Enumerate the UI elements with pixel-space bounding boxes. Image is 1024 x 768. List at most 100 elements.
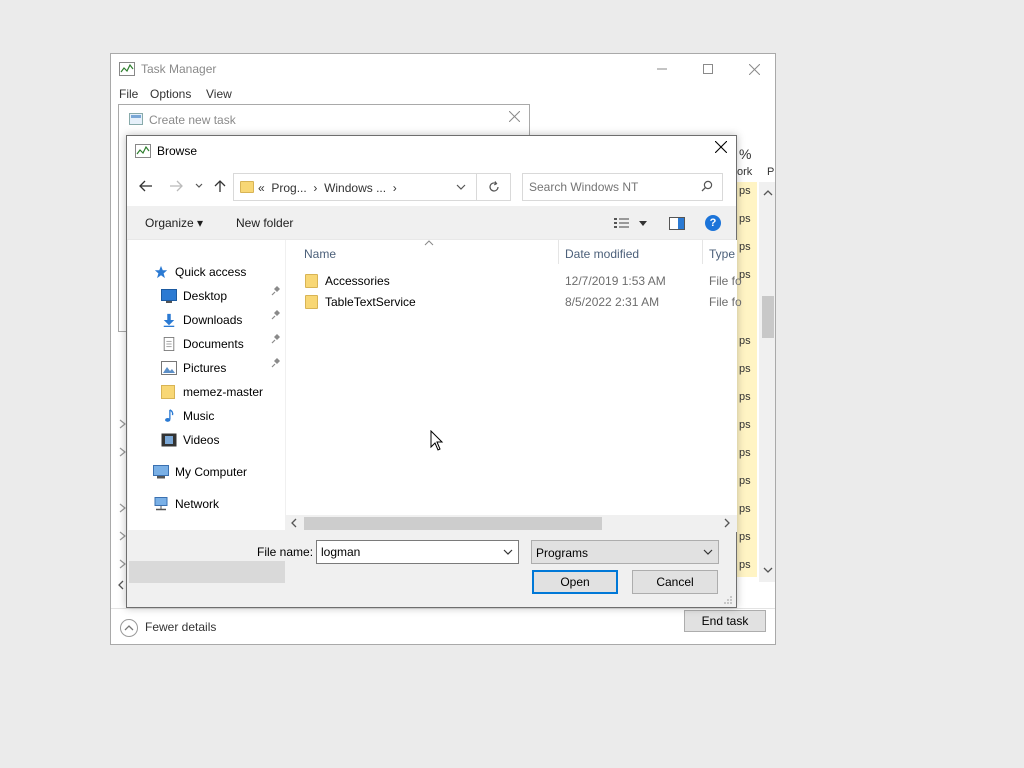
file-row-tabletextservice[interactable]: TableTextService 8/5/2022 2:31 AM File f…	[286, 291, 742, 313]
computer-icon	[153, 465, 169, 479]
network-icon	[154, 497, 168, 511]
music-note-icon	[165, 409, 174, 422]
network-cell: ps	[739, 503, 751, 515]
scroll-right-icon[interactable]	[723, 518, 731, 528]
column-network[interactable]: ork	[737, 166, 752, 178]
nav-label: Music	[183, 409, 215, 423]
pin-icon[interactable]	[270, 358, 280, 368]
network-cell: ps	[739, 335, 751, 347]
file-list-horizontal-scrollbar[interactable]	[286, 515, 737, 532]
search-input[interactable]	[529, 180, 699, 194]
task-manager-title: Task Manager	[141, 62, 217, 76]
end-task-button[interactable]: End task	[684, 610, 766, 632]
navigation-bar: « Prog... › Windows ... ›	[127, 166, 736, 206]
preview-pane-icon[interactable]	[669, 217, 685, 230]
nav-memez-master[interactable]: memez-master	[161, 381, 263, 403]
nav-label: Videos	[183, 433, 220, 447]
download-arrow-icon	[163, 313, 175, 327]
open-button[interactable]: Open	[532, 570, 618, 594]
close-icon[interactable]	[715, 141, 727, 153]
column-type-header[interactable]: Type	[709, 247, 735, 261]
search-icon[interactable]	[701, 180, 713, 192]
nav-music[interactable]: Music	[161, 405, 214, 427]
film-icon	[161, 433, 177, 447]
fewer-details-link[interactable]: Fewer details	[145, 620, 216, 634]
organize-menu[interactable]: Organize ▾	[145, 216, 203, 230]
mouse-cursor-icon	[430, 430, 444, 451]
resize-grip-icon[interactable]	[723, 595, 733, 605]
maximize-button[interactable]	[685, 54, 731, 84]
scroll-up-icon[interactable]	[763, 189, 773, 197]
nav-documents[interactable]: Documents	[161, 333, 244, 355]
breadcrumb-windows-nt[interactable]: Windows ...	[324, 181, 386, 195]
scrollbar-thumb[interactable]	[304, 517, 602, 530]
cancel-button[interactable]: Cancel	[632, 570, 718, 594]
back-arrow-icon[interactable]	[139, 180, 153, 192]
menu-options[interactable]: Options	[150, 87, 191, 101]
menu-bar: File Options View	[111, 84, 775, 104]
file-type-select[interactable]: Programs	[531, 540, 719, 564]
refresh-button[interactable]	[476, 173, 511, 201]
file-name-label: File name:	[257, 545, 314, 559]
nav-label: Desktop	[183, 289, 228, 303]
nav-label: memez-master	[183, 385, 264, 399]
view-dropdown-icon[interactable]	[639, 221, 647, 227]
chevron-down-icon[interactable]	[503, 549, 513, 557]
breadcrumb-program-files[interactable]: Prog...	[271, 181, 306, 195]
navigation-pane: Quick access Desktop Downloads Documents…	[128, 240, 285, 583]
pin-icon[interactable]	[270, 334, 280, 344]
file-type-value: Programs	[536, 546, 589, 560]
network-cell: ps	[739, 213, 751, 225]
column-percent[interactable]: %	[739, 146, 751, 162]
create-new-task-title: Create new task	[149, 113, 236, 127]
new-folder-button[interactable]: New folder	[236, 216, 293, 230]
nav-desktop[interactable]: Desktop	[161, 285, 227, 307]
file-row-accessories[interactable]: Accessories 12/7/2019 1:53 AM File fo	[286, 270, 742, 292]
close-button[interactable]	[731, 54, 777, 84]
column-p[interactable]: P	[767, 166, 774, 178]
address-bar[interactable]: « Prog... › Windows ... ›	[233, 173, 503, 201]
file-name-input[interactable]	[321, 545, 501, 559]
menu-view[interactable]: View	[206, 87, 232, 101]
nav-videos[interactable]: Videos	[161, 429, 219, 451]
column-date-header[interactable]: Date modified	[565, 247, 639, 261]
task-manager-titlebar: Task Manager	[111, 54, 775, 84]
column-divider[interactable]	[702, 240, 703, 264]
help-icon[interactable]: ?	[705, 215, 721, 231]
scroll-down-icon[interactable]	[763, 566, 773, 574]
pin-icon[interactable]	[270, 310, 280, 320]
folder-icon	[305, 274, 318, 288]
close-icon[interactable]	[509, 111, 520, 122]
scrollbar-thumb[interactable]	[762, 296, 774, 338]
nav-downloads[interactable]: Downloads	[161, 309, 242, 331]
scroll-left-icon[interactable]	[290, 518, 298, 528]
browse-titlebar: Browse	[127, 136, 736, 166]
address-dropdown-icon[interactable]	[456, 184, 466, 192]
process-list-scrollbar[interactable]	[759, 182, 775, 582]
nav-quick-access[interactable]: Quick access	[153, 261, 246, 283]
forward-arrow-icon[interactable]	[169, 180, 183, 192]
chevron-down-icon	[703, 549, 713, 555]
column-divider[interactable]	[558, 240, 559, 264]
menu-file[interactable]: File	[119, 87, 138, 101]
breadcrumb-separator[interactable]: ›	[393, 181, 397, 195]
view-options-icon[interactable]	[614, 217, 630, 229]
nav-my-computer[interactable]: My Computer	[153, 461, 247, 483]
nav-network[interactable]: Network	[153, 493, 219, 515]
network-cell: ps	[739, 363, 751, 375]
pin-icon[interactable]	[270, 286, 280, 296]
search-box[interactable]	[522, 173, 723, 201]
breadcrumb-overflow[interactable]: «	[258, 181, 265, 195]
nav-pictures[interactable]: Pictures	[161, 357, 226, 379]
file-name-combobox[interactable]	[316, 540, 519, 564]
up-arrow-icon[interactable]	[214, 179, 226, 193]
breadcrumb-separator[interactable]: ›	[313, 181, 317, 195]
scroll-left-icon[interactable]	[117, 580, 125, 590]
recent-locations-chevron-icon[interactable]	[195, 183, 203, 189]
collapse-up-icon[interactable]	[120, 619, 138, 637]
network-cell: ps	[739, 241, 751, 253]
column-name-header[interactable]: Name	[304, 247, 336, 261]
selected-highlight	[129, 561, 285, 583]
minimize-button[interactable]	[639, 54, 685, 84]
browse-title: Browse	[157, 144, 198, 158]
